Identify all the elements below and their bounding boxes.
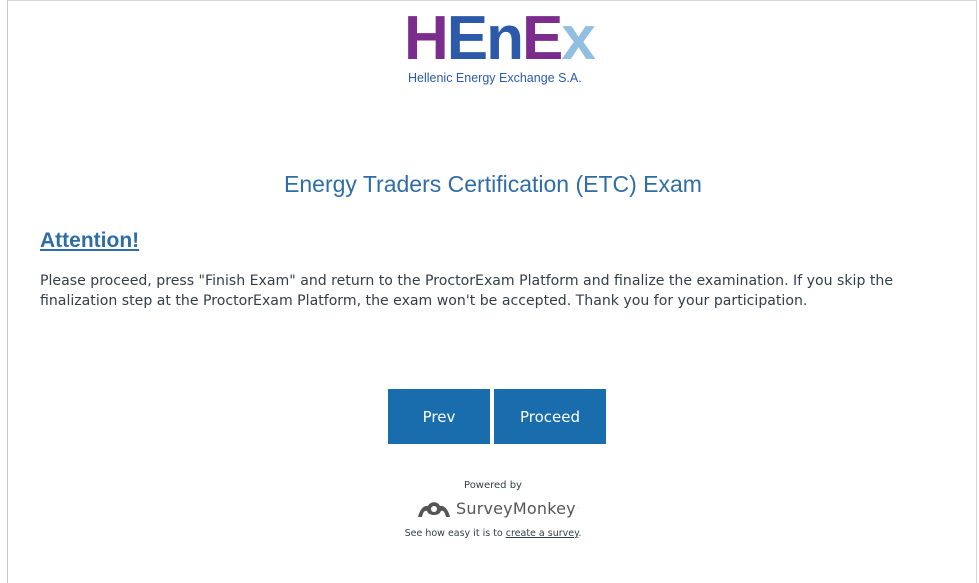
survey-title: Energy Traders Certification (ETC) Exam [284,171,702,197]
create-survey-link[interactable]: create a survey [506,528,579,539]
footer-tagline: See how easy it is to create a survey. [8,528,978,539]
attention-heading: Attention! [40,229,140,252]
henex-logo: HEnEx Hellenic Energy Exchange S.A. [398,7,608,87]
powered-by-label: Powered by [464,480,522,491]
survey-page: HEnEx Hellenic Energy Exchange S.A. Ener… [7,0,977,583]
surveymonkey-mark: · [576,504,580,512]
logo-subtitle: Hellenic Energy Exchange S.A. [408,71,582,85]
surveymonkey-icon [416,497,452,519]
prev-button[interactable]: Prev [388,389,490,444]
proceed-button[interactable]: Proceed [494,389,606,444]
surveymonkey-logo[interactable]: SurveyMonkey · [416,495,579,521]
tagline-suffix: . [578,528,582,539]
surveymonkey-name: SurveyMonkey [456,498,576,518]
tagline-prefix: See how easy it is to [404,528,506,539]
notice-text: Please proceed, press "Finish Exam" and … [40,273,894,309]
logo-wordmark: HEnEx [404,4,596,73]
